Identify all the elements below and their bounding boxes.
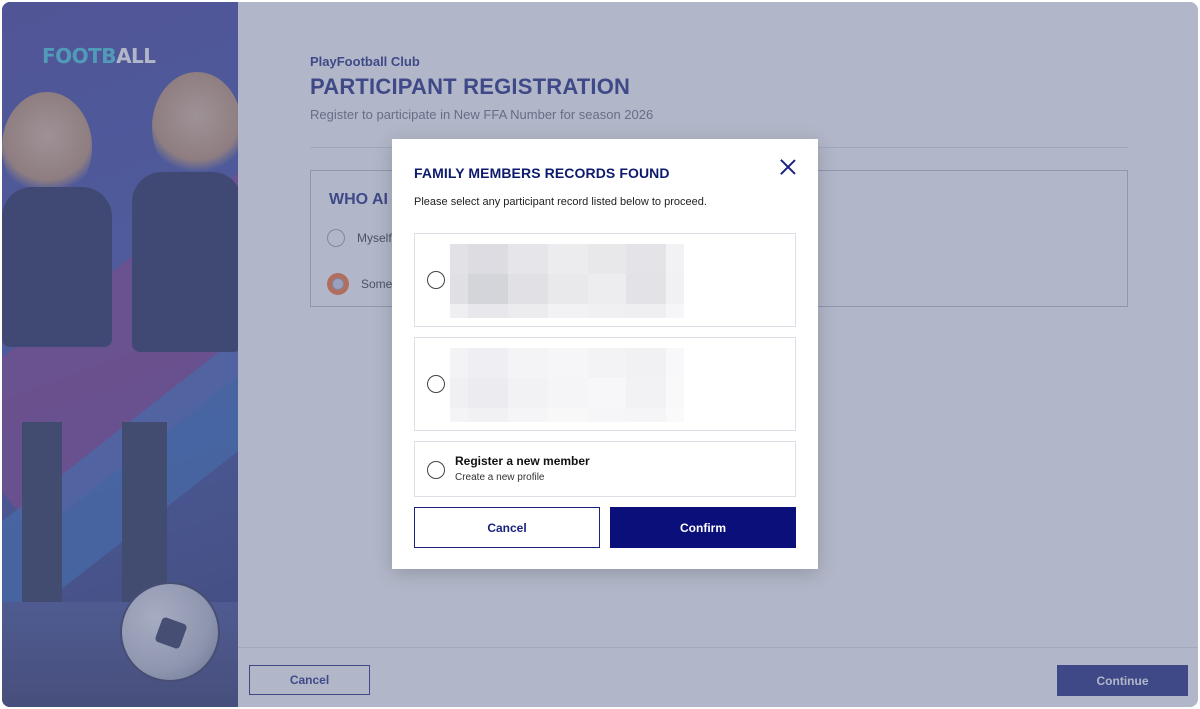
redacted-record-details <box>450 348 684 422</box>
modal-title: FAMILY MEMBERS RECORDS FOUND <box>414 165 670 181</box>
modal-cancel-button[interactable]: Cancel <box>414 507 600 548</box>
redacted-record-details <box>450 244 684 318</box>
register-new-member-option[interactable]: Register a new member Create a new profi… <box>414 441 796 497</box>
participant-record-2[interactable] <box>414 337 796 431</box>
new-member-title: Register a new member <box>455 454 590 468</box>
family-records-modal: FAMILY MEMBERS RECORDS FOUND Please sele… <box>392 139 818 569</box>
new-member-subtitle: Create a new profile <box>455 472 545 483</box>
app-window: FOOTBALL PlayFootball Club PARTICIPANT R… <box>2 2 1198 707</box>
modal-confirm-button[interactable]: Confirm <box>610 507 796 548</box>
radio-button[interactable] <box>427 461 445 479</box>
modal-description: Please select any participant record lis… <box>414 196 707 208</box>
close-icon[interactable] <box>778 157 798 177</box>
participant-record-1[interactable] <box>414 233 796 327</box>
radio-button[interactable] <box>427 271 445 289</box>
radio-button[interactable] <box>427 375 445 393</box>
